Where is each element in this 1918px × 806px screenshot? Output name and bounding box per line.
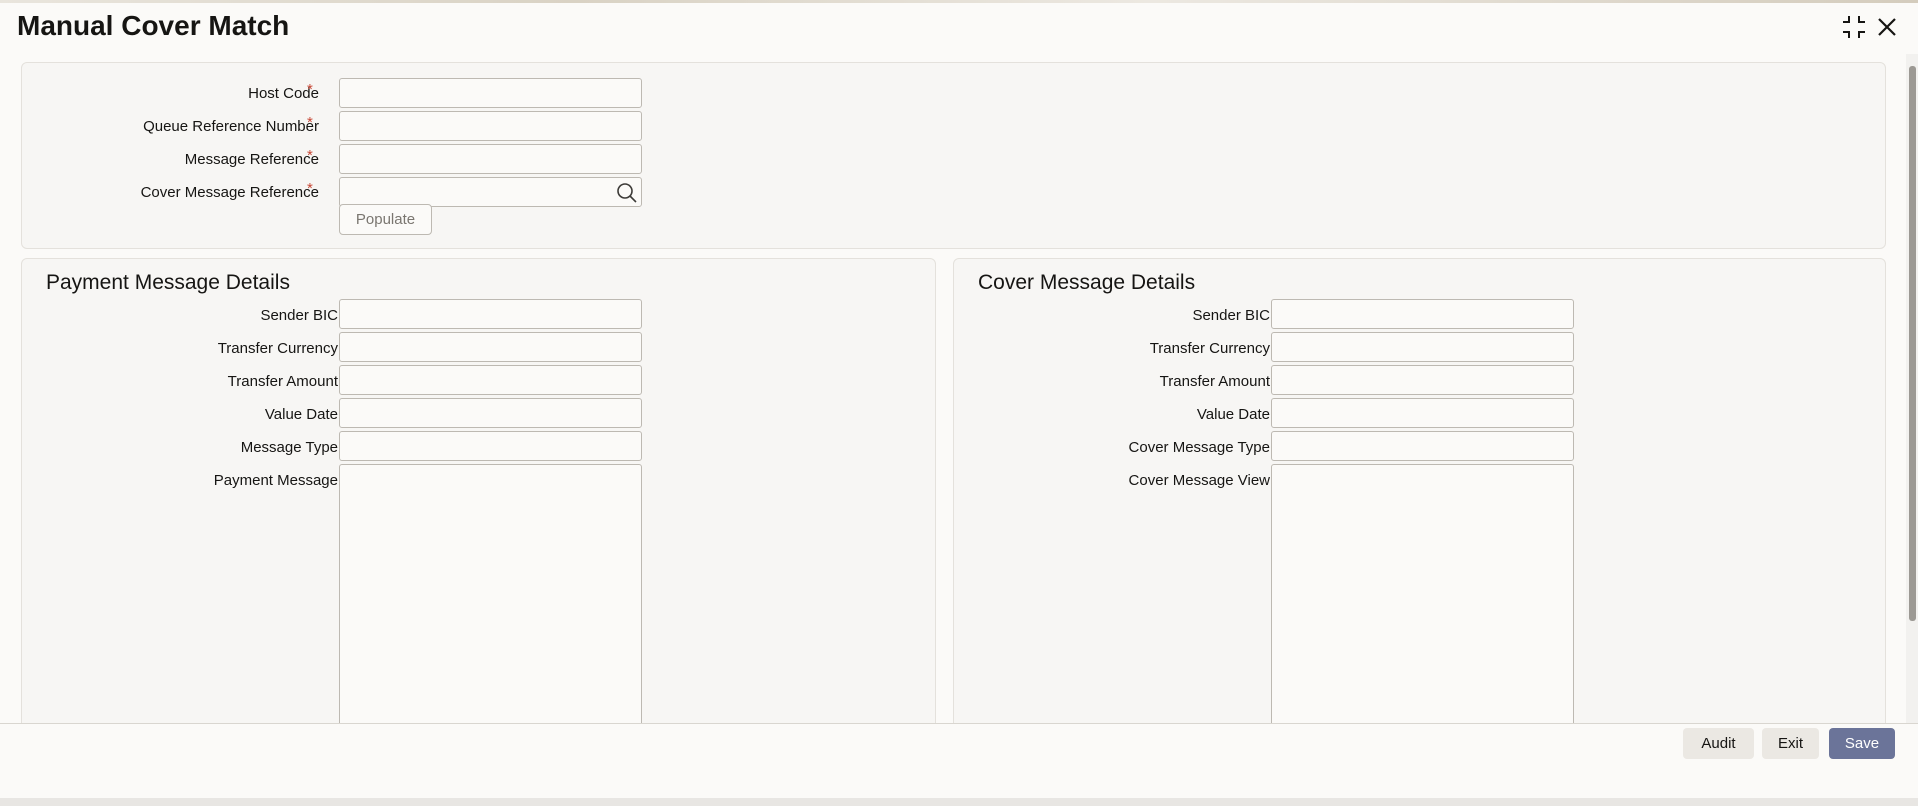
cover-message-type-input[interactable]: [1271, 431, 1574, 461]
message-reference-input[interactable]: [339, 144, 642, 174]
cover-transfer-amount-label: Transfer Amount: [1159, 373, 1270, 390]
maximize-icon[interactable]: [1841, 14, 1867, 40]
close-icon[interactable]: [1874, 14, 1900, 40]
payment-transfer-amount-label: Transfer Amount: [227, 373, 338, 390]
cover-value-date-label: Value Date: [1196, 406, 1270, 423]
cover-value-date-input[interactable]: [1271, 398, 1574, 428]
cover-message-view-textarea[interactable]: [1271, 464, 1574, 723]
cover-section-title: Cover Message Details: [978, 271, 1196, 294]
queue-reference-label: Queue Reference Number: [143, 118, 319, 135]
payment-transfer-amount-input[interactable]: [339, 365, 642, 395]
message-reference-label: Message Reference: [184, 151, 319, 168]
payment-value-date-label: Value Date: [264, 406, 338, 423]
required-mark: *: [307, 180, 313, 197]
payment-sender-bic-label: Sender BIC: [260, 307, 338, 324]
host-code-input[interactable]: [339, 78, 642, 108]
cover-message-reference-label: Cover Message Reference: [140, 184, 319, 201]
payment-section-title: Payment Message Details: [46, 271, 290, 294]
save-button[interactable]: Save: [1829, 728, 1895, 759]
exit-button[interactable]: Exit: [1762, 728, 1819, 759]
required-mark: *: [307, 147, 313, 164]
payment-transfer-currency-label: Transfer Currency: [217, 340, 338, 357]
payment-message-type-input[interactable]: [339, 431, 642, 461]
payment-sender-bic-input[interactable]: [339, 299, 642, 329]
cover-transfer-currency-label: Transfer Currency: [1149, 340, 1270, 357]
cover-sender-bic-label: Sender BIC: [1192, 307, 1270, 324]
payment-message-textarea[interactable]: [339, 464, 642, 723]
footer-bar: [0, 723, 1918, 799]
manual-cover-match-window: Manual Cover Match Host Code * Queue Ref…: [0, 0, 1918, 799]
header-panel: Host Code * Queue Reference Number * Mes…: [21, 62, 1886, 249]
cover-transfer-currency-input[interactable]: [1271, 332, 1574, 362]
required-mark: *: [307, 81, 313, 98]
payment-message-panel: Payment Message Details Sender BIC Trans…: [21, 258, 936, 723]
cover-sender-bic-input[interactable]: [1271, 299, 1574, 329]
queue-reference-input[interactable]: [339, 111, 642, 141]
cover-message-panel: Cover Message Details Sender BIC Transfe…: [953, 258, 1886, 723]
cover-transfer-amount-input[interactable]: [1271, 365, 1574, 395]
required-mark: *: [307, 114, 313, 131]
top-stripe: [0, 0, 1918, 3]
populate-button[interactable]: Populate: [339, 204, 432, 235]
window-title: Manual Cover Match: [17, 10, 290, 41]
search-icon[interactable]: [616, 182, 638, 204]
cover-message-type-label: Cover Message Type: [1128, 439, 1270, 456]
cover-message-reference-input[interactable]: [339, 177, 642, 207]
payment-message-type-label: Message Type: [240, 439, 338, 456]
cover-message-view-label: Cover Message View: [1128, 472, 1270, 489]
payment-value-date-input[interactable]: [339, 398, 642, 428]
scrollbar-thumb[interactable]: [1909, 66, 1916, 621]
form-content: Host Code * Queue Reference Number * Mes…: [0, 54, 1906, 723]
bottom-bar: [0, 798, 1918, 806]
payment-transfer-currency-input[interactable]: [339, 332, 642, 362]
payment-message-label: Payment Message: [213, 472, 338, 489]
audit-button[interactable]: Audit: [1683, 728, 1754, 759]
